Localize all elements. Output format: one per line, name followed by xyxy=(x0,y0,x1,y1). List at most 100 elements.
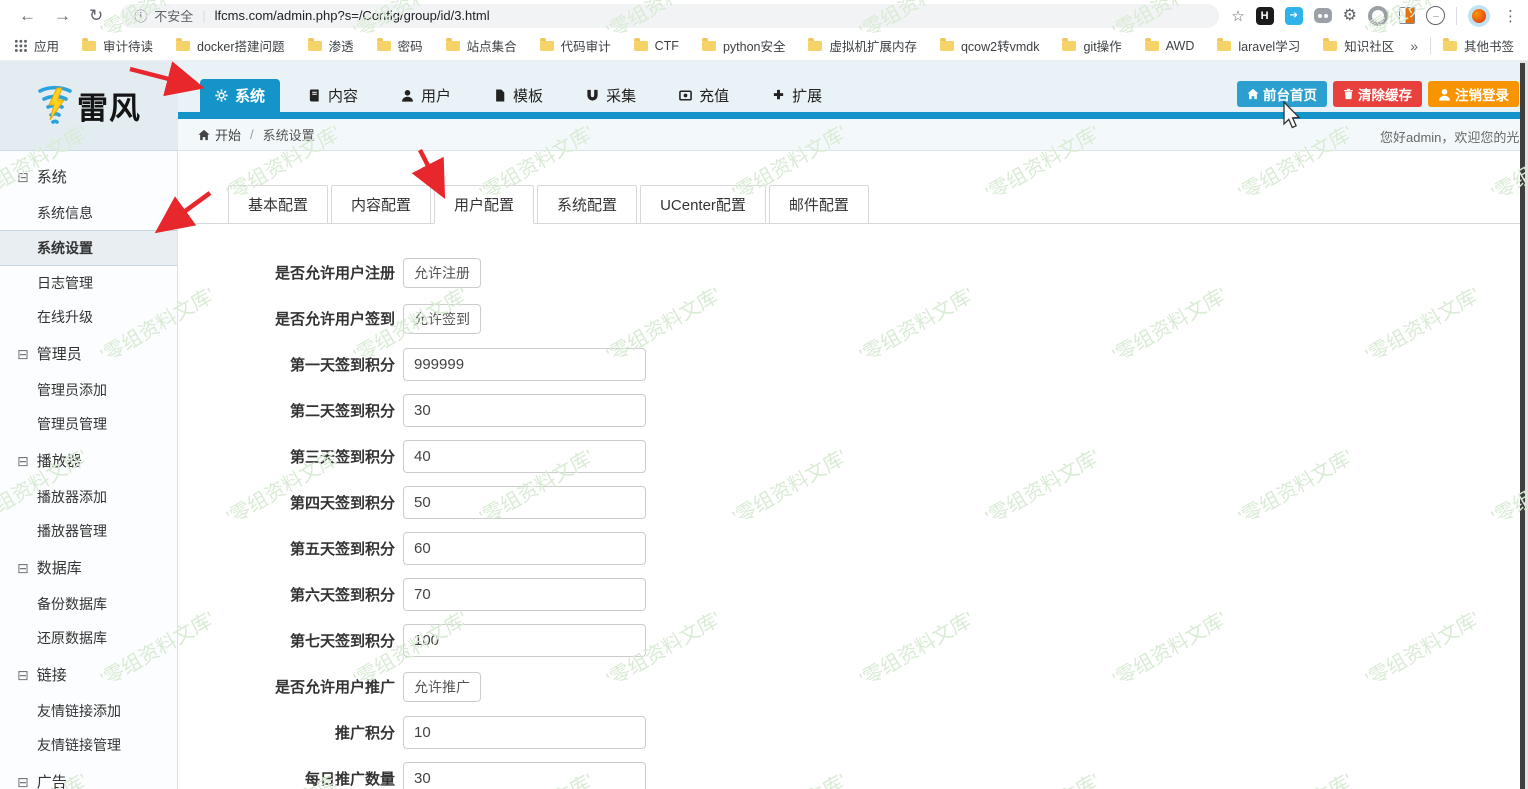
form-select[interactable]: 允许推广 xyxy=(403,672,481,702)
menu-item-用户[interactable]: 用户 xyxy=(386,79,466,112)
form-label: 是否允许用户注册 xyxy=(178,262,395,283)
apps-grid-icon xyxy=(14,39,27,52)
bookmark-item[interactable]: 应用 xyxy=(14,36,59,55)
bookmark-item[interactable]: 知识社区 xyxy=(1323,36,1394,55)
sidebar-section-系统[interactable]: ⊟系统 xyxy=(0,157,177,196)
menu-item-扩展[interactable]: 扩展 xyxy=(757,79,837,112)
sidebar-section-管理员[interactable]: ⊟管理员 xyxy=(0,334,177,373)
proxy-extension-icon[interactable]: ··· xyxy=(1426,6,1445,25)
sidebar-section-链接[interactable]: ⊟链接 xyxy=(0,655,177,694)
sidebar-section-label: 广告 xyxy=(37,771,67,789)
bookmark-item[interactable]: 审计待读 xyxy=(82,36,153,55)
bookmark-item[interactable]: 渗透 xyxy=(308,36,354,55)
form-select[interactable]: 允许注册 xyxy=(403,258,481,288)
sidebar-item-管理员添加[interactable]: 管理员添加 xyxy=(0,373,177,407)
scrollbar-thumb[interactable] xyxy=(1520,63,1525,789)
form-input[interactable] xyxy=(403,486,646,519)
form-label: 第四天签到积分 xyxy=(178,492,395,513)
bookmark-item[interactable]: python安全 xyxy=(702,36,786,55)
action-button-label: 注销登录 xyxy=(1455,84,1509,104)
address-bar[interactable]: ⓘ 不安全 | lfcms.com/admin.php?s=/Config/gr… xyxy=(120,4,1219,28)
menu-item-系统[interactable]: 系统 xyxy=(200,79,280,112)
bookmark-item[interactable]: 虚拟机扩展内存 xyxy=(808,36,917,55)
bookmark-label: docker搭建问题 xyxy=(197,36,285,55)
bookmark-item[interactable]: laravel学习 xyxy=(1217,36,1300,55)
reload-icon[interactable]: ↻ xyxy=(89,7,103,24)
browser-menu-icon[interactable]: ⋮ xyxy=(1503,7,1518,25)
home-icon xyxy=(1247,88,1259,100)
menu-item-label: 充值 xyxy=(699,85,729,106)
tab-用户配置[interactable]: 用户配置 xyxy=(434,185,534,224)
sidebar-item-备份数据库[interactable]: 备份数据库 xyxy=(0,587,177,621)
sidebar-item-系统设置[interactable]: 系统设置 xyxy=(0,230,177,266)
menu-item-内容[interactable]: 内容 xyxy=(293,79,373,112)
bookmark-item[interactable]: AWD xyxy=(1145,39,1195,53)
user-icon xyxy=(401,89,414,102)
bookmark-item[interactable]: 密码 xyxy=(377,36,423,55)
bookmark-item[interactable]: 代码审计 xyxy=(540,36,611,55)
tab-系统配置[interactable]: 系统配置 xyxy=(537,185,637,224)
form-input[interactable] xyxy=(403,348,646,381)
form-input[interactable] xyxy=(403,624,646,657)
action-button-前台首页[interactable]: 前台首页 xyxy=(1237,81,1327,107)
sidebar-item-管理员管理[interactable]: 管理员管理 xyxy=(0,407,177,441)
share-extension-icon[interactable]: ➔ xyxy=(1285,7,1303,25)
bookmark-item[interactable]: 站点集合 xyxy=(446,36,517,55)
ring-extension-icon[interactable] xyxy=(1368,6,1388,26)
bookmarks-overflow-chevron[interactable]: » xyxy=(1410,38,1418,54)
bookmark-item[interactable]: docker搭建问题 xyxy=(176,36,285,55)
bookmark-label: laravel学习 xyxy=(1238,36,1300,55)
form-input[interactable] xyxy=(403,532,646,565)
url-divider: | xyxy=(202,8,205,23)
sidebar-section-播放器[interactable]: ⊟播放器 xyxy=(0,441,177,480)
back-icon[interactable]: ← xyxy=(19,7,36,24)
form-row: 第七天签到积分 xyxy=(178,624,1528,657)
domino-extension-icon[interactable] xyxy=(1314,8,1332,23)
gear-extension-icon[interactable]: ⚙ xyxy=(1343,8,1357,24)
sidebar-section-广告[interactable]: ⊟广告 xyxy=(0,762,177,789)
app-logo[interactable]: 雷风 xyxy=(0,61,178,151)
sidebar-section-label: 数据库 xyxy=(37,557,82,578)
form-input[interactable] xyxy=(403,440,646,473)
sidebar-item-系统信息[interactable]: 系统信息 xyxy=(0,196,177,230)
scrollbar[interactable] xyxy=(1520,61,1528,789)
door-extension-icon[interactable] xyxy=(1399,7,1415,24)
tab-邮件配置[interactable]: 邮件配置 xyxy=(769,185,869,224)
sidebar-item-在线升级[interactable]: 在线升级 xyxy=(0,300,177,334)
breadcrumb-home[interactable]: 开始 xyxy=(198,125,241,144)
tab-内容配置[interactable]: 内容配置 xyxy=(331,185,431,224)
sidebar-item-播放器管理[interactable]: 播放器管理 xyxy=(0,514,177,548)
form-select[interactable]: 允许签到 xyxy=(403,304,481,334)
bookmark-item[interactable]: CTF xyxy=(634,39,679,53)
sidebar-item-日志管理[interactable]: 日志管理 xyxy=(0,266,177,300)
forward-icon[interactable]: → xyxy=(54,7,71,24)
tab-基本配置[interactable]: 基本配置 xyxy=(228,185,328,224)
other-bookmarks[interactable]: 其他书签 xyxy=(1443,36,1514,55)
bookmark-star-icon[interactable]: ☆ xyxy=(1231,7,1244,25)
info-icon[interactable]: ⓘ xyxy=(134,6,147,25)
sidebar-item-友情链接添加[interactable]: 友情链接添加 xyxy=(0,694,177,728)
bookmark-label: 知识社区 xyxy=(1344,36,1394,55)
menu-item-充值[interactable]: 充值 xyxy=(664,79,744,112)
sidebar-item-友情链接管理[interactable]: 友情链接管理 xyxy=(0,728,177,762)
menu-item-label: 用户 xyxy=(421,85,451,106)
collapse-icon: ⊟ xyxy=(17,170,29,184)
browser-toolbar: ← → ↻ ⓘ 不安全 | lfcms.com/admin.php?s=/Con… xyxy=(0,0,1528,31)
action-button-清除缓存[interactable]: 清除缓存 xyxy=(1333,81,1422,107)
bookmark-item[interactable]: qcow2转vmdk xyxy=(940,36,1040,55)
bookmark-item[interactable]: git操作 xyxy=(1062,36,1121,55)
sidebar-item-播放器添加[interactable]: 播放器添加 xyxy=(0,480,177,514)
form-input[interactable] xyxy=(403,716,646,749)
form-input[interactable] xyxy=(403,578,646,611)
h-extension-icon[interactable]: H xyxy=(1256,7,1274,25)
sidebar-section-数据库[interactable]: ⊟数据库 xyxy=(0,548,177,587)
menu-item-模板[interactable]: 模板 xyxy=(479,79,558,112)
folder-icon xyxy=(377,41,391,51)
sidebar-item-还原数据库[interactable]: 还原数据库 xyxy=(0,621,177,655)
menu-item-采集[interactable]: 采集 xyxy=(571,79,651,112)
tab-UCenter配置[interactable]: UCenter配置 xyxy=(640,185,766,224)
profile-avatar[interactable] xyxy=(1468,5,1490,27)
form-input[interactable] xyxy=(403,762,646,789)
form-input[interactable] xyxy=(403,394,646,427)
action-button-注销登录[interactable]: 注销登录 xyxy=(1428,81,1519,107)
